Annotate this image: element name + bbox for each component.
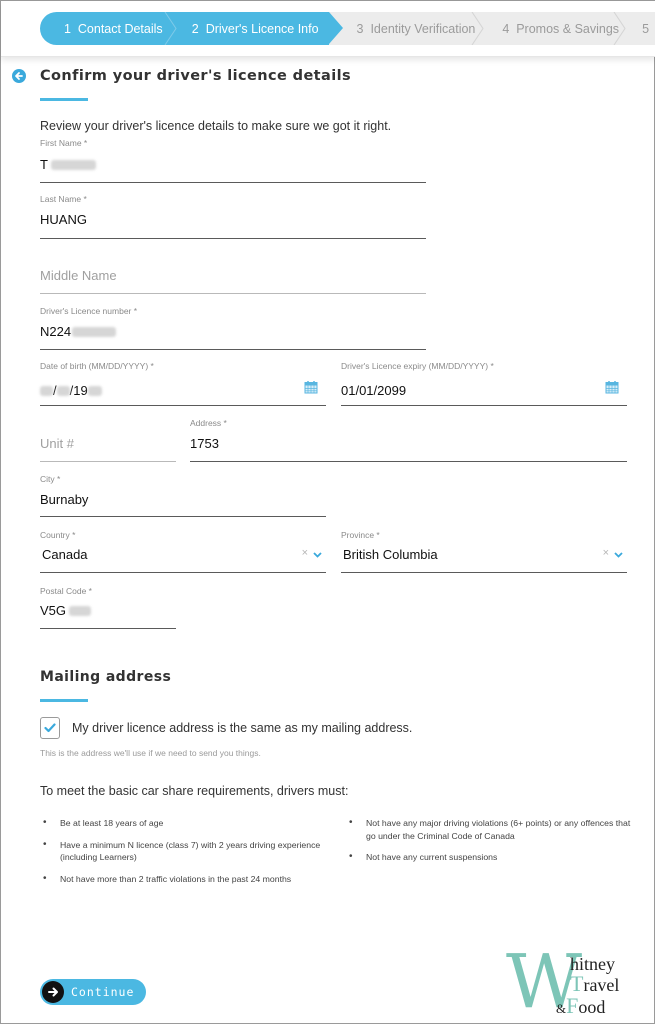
postal-code-text: V5G: [40, 603, 67, 618]
requirement-item: Not have any current suspensions: [346, 851, 631, 864]
mailing-address-heading: Mailing address: [40, 669, 172, 685]
step-drivers-licence-info[interactable]: 2 Driver's Licence Info: [170, 12, 343, 45]
watermark-logo: W hitney Travel &Food: [506, 945, 651, 1019]
licence-expiry-label: Driver's Licence expiry (MM/DD/YYYY) *: [341, 361, 494, 371]
licence-number-field[interactable]: Driver's Licence number * N224: [40, 306, 426, 350]
step-number: 4: [502, 21, 510, 36]
step-label: Identity Verification: [370, 21, 476, 36]
licence-expiry-field[interactable]: Driver's Licence expiry (MM/DD/YYYY) * 0…: [341, 361, 627, 406]
requirement-item: Not have more than 2 traffic violations …: [40, 873, 330, 886]
clear-icon[interactable]: ×: [302, 547, 308, 559]
watermark-amp: &: [556, 1001, 567, 1016]
step-identity-verification[interactable]: 3 Identity Verification: [328, 12, 484, 45]
city-value[interactable]: Burnaby: [40, 492, 88, 507]
last-name-value[interactable]: HUANG: [40, 212, 87, 227]
first-name-label: First Name *: [40, 138, 88, 148]
step-number: 3: [356, 21, 364, 36]
progress-header: 1 Contact Details 2 Driver's Licence Inf…: [1, 1, 655, 57]
last-name-label: Last Name *: [40, 194, 87, 204]
last-name-field[interactable]: Last Name * HUANG: [40, 194, 426, 239]
redacted-text: [40, 385, 53, 396]
unit-placeholder: Unit #: [40, 436, 74, 451]
redacted-text: [72, 326, 117, 337]
country-value: Canada: [42, 547, 88, 562]
first-name-field[interactable]: First Name * T: [40, 138, 426, 183]
intro-text: Review your driver's licence details to …: [40, 119, 392, 133]
requirement-item: Be at least 18 years of age: [40, 817, 330, 830]
licence-number-value[interactable]: N224: [40, 324, 117, 339]
watermark-cap: F: [566, 993, 579, 1018]
step-contact-details[interactable]: 1 Contact Details: [40, 12, 177, 45]
step-label: Promos & Savings: [516, 21, 620, 36]
middle-name-field[interactable]: Middle Name: [40, 251, 426, 294]
city-field[interactable]: City * Burnaby: [40, 474, 326, 517]
step-separator-icon: [613, 12, 626, 45]
watermark-text: ravel: [583, 975, 620, 995]
postal-code-field[interactable]: Postal Code * V5G: [40, 586, 176, 629]
licence-number-label: Driver's Licence number *: [40, 306, 138, 316]
city-label: City *: [40, 474, 61, 484]
chevron-down-icon[interactable]: [312, 549, 323, 560]
postal-code-value[interactable]: V5G: [40, 603, 92, 618]
first-name-text: T: [40, 157, 48, 172]
first-name-value[interactable]: T: [40, 157, 96, 172]
date-of-birth-text: /19: [69, 383, 88, 398]
date-of-birth-field[interactable]: Date of birth (MM/DD/YYYY) * //19: [40, 361, 326, 406]
requirements-heading: To meet the basic car share requirements…: [40, 784, 349, 798]
redacted-text: [69, 605, 92, 616]
province-label: Province *: [341, 530, 380, 540]
watermark-text: ood: [578, 997, 606, 1017]
licence-expiry-value[interactable]: 01/01/2099: [341, 383, 406, 398]
redacted-text: [56, 385, 70, 396]
redacted-text: [87, 385, 102, 396]
clear-icon[interactable]: ×: [603, 547, 609, 559]
middle-name-placeholder: Middle Name: [40, 268, 117, 283]
watermark-line-2: Travel: [570, 973, 619, 995]
address-value[interactable]: 1753: [190, 436, 219, 451]
redacted-text: [50, 159, 96, 170]
requirement-item: Not have any major driving violations (6…: [346, 817, 631, 842]
province-value: British Columbia: [343, 547, 438, 562]
continue-button[interactable]: Continue: [40, 979, 146, 1005]
requirements-list-left: Be at least 18 years of age Have a minim…: [40, 817, 330, 894]
calendar-icon[interactable]: [605, 380, 619, 394]
country-select[interactable]: Country * Canada ×: [40, 530, 326, 573]
back-arrow-icon[interactable]: [12, 69, 26, 83]
step-number: 5: [642, 21, 650, 36]
chevron-down-icon[interactable]: [613, 549, 624, 560]
step-separator-icon: [471, 12, 484, 45]
address-label: Address *: [190, 418, 227, 428]
step-number: 2: [191, 21, 199, 36]
step-label: Contact Details: [77, 21, 163, 36]
title-underline: [40, 98, 88, 101]
step-number: 1: [64, 21, 71, 36]
province-select[interactable]: Province * British Columbia ×: [341, 530, 627, 573]
country-label: Country *: [40, 530, 76, 540]
date-of-birth-label: Date of birth (MM/DD/YYYY) *: [40, 361, 154, 371]
step-promos-savings[interactable]: 4 Promos & Savings: [478, 12, 626, 45]
continue-label: Continue: [71, 985, 135, 999]
unit-field[interactable]: Unit #: [40, 418, 176, 462]
arrow-right-icon: [42, 981, 64, 1003]
address-field[interactable]: Address * 1753: [190, 418, 627, 462]
calendar-icon[interactable]: [304, 380, 318, 394]
page-frame: 1 Contact Details 2 Driver's Licence Inf…: [0, 0, 655, 1024]
requirements-list-right: Not have any major driving violations (6…: [346, 817, 631, 873]
stepper: 1 Contact Details 2 Driver's Licence Inf…: [40, 12, 655, 45]
watermark-line-3: &Food: [556, 995, 605, 1017]
same-address-label[interactable]: My driver licence address is the same as…: [72, 721, 412, 735]
same-address-checkbox[interactable]: [40, 717, 60, 739]
date-of-birth-value[interactable]: //19: [40, 383, 102, 398]
page-title: Confirm your driver's licence details: [40, 68, 351, 84]
mailing-hint: This is the address we'll use if we need…: [40, 748, 261, 758]
section-underline: [40, 699, 88, 702]
requirement-item: Have a minimum N licence (class 7) with …: [40, 839, 330, 864]
checkmark-icon: [44, 723, 56, 733]
licence-number-text: N224: [40, 324, 72, 339]
step-separator-icon: [164, 12, 177, 45]
postal-code-label: Postal Code *: [40, 586, 92, 596]
step-label: Driver's Licence Info: [205, 21, 319, 36]
